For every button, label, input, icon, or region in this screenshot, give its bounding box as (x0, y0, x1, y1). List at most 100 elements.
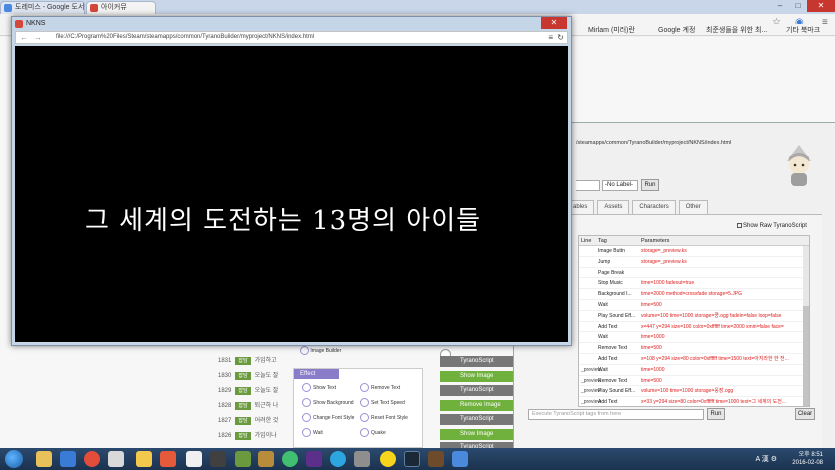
image-builder-item[interactable]: Image Builder (300, 346, 341, 355)
close-icon[interactable]: ✕ (541, 17, 567, 29)
photo-icon[interactable] (258, 451, 274, 467)
start-button-icon[interactable] (5, 450, 23, 468)
label-select[interactable]: -No Label- (602, 180, 638, 191)
maximize-icon[interactable]: □ (789, 0, 807, 12)
list-item[interactable]: 1831 잡담 가입하고 (218, 354, 277, 368)
show-raw-checkbox[interactable]: Show Raw TyranoScript (737, 223, 807, 229)
ime-indicator[interactable]: A 漢 ⚙ (756, 454, 777, 464)
execute-run-button[interactable]: Run (707, 408, 725, 420)
table-row[interactable]: Image Buttn storage=_preview.ks (579, 246, 809, 257)
palette-item-quake[interactable]: Quake (360, 428, 386, 437)
table-row[interactable]: Add Text x=447 y=294 size=100 color=0xfff… (579, 322, 809, 333)
palette-item-show-background[interactable]: Show Background (302, 398, 354, 407)
table-scrollbar[interactable] (803, 246, 809, 406)
table-row[interactable]: _preview Wait time=1000 (579, 365, 809, 376)
table-row[interactable]: Add Text x=108 y=294 size=80 color=0xffff… (579, 354, 809, 365)
row-title: 퇴근하 나 (254, 403, 279, 409)
file-select[interactable] (576, 180, 600, 191)
bookmark-item[interactable]: 최준생들을 위한 최... (706, 25, 767, 35)
folder-icon[interactable] (136, 451, 152, 467)
table-row[interactable]: _preview Add Text x=33 y=294 size=80 color… (579, 397, 809, 406)
row-number: 1829 (218, 388, 232, 394)
line-messenger-icon[interactable] (282, 451, 298, 467)
category-badge: 잡담 (235, 402, 251, 410)
table-header: Line Tag Parameters (579, 236, 809, 246)
column-tag: Tag (598, 238, 607, 244)
list-item[interactable]: 1827 잡담 어려한 것 (218, 414, 278, 428)
clear-button[interactable]: Clear (795, 408, 815, 420)
app-icon[interactable] (306, 451, 322, 467)
table-row[interactable]: Play Sound Eff... volume=100 time=1000 st… (579, 311, 809, 322)
list-item[interactable]: 1826 잡담 가입이나 (218, 429, 277, 443)
back-icon[interactable]: ← (20, 32, 28, 43)
system-clock[interactable]: 오후 8:51 2016-02-08 (792, 451, 823, 467)
table-row[interactable]: Wait time=500 (579, 300, 809, 311)
category-badge: 잡담 (235, 357, 251, 365)
browser-tab-2[interactable]: 아이커뮤 (86, 1, 156, 14)
table-row[interactable]: Remove Text time=500 (579, 343, 809, 354)
flow-block-tyranoscript[interactable]: TyranoScript (440, 414, 514, 425)
palette-item-remove-text[interactable]: Remove Text (360, 383, 400, 392)
minimize-icon[interactable]: – (771, 0, 789, 12)
table-row[interactable]: Page Break (579, 268, 809, 279)
image-builder-label: Image Builder (310, 347, 342, 354)
list-item[interactable]: 1829 잡담 오늘도 잘 (218, 384, 278, 398)
game-screen[interactable]: 그 세계의 도전하는 13명의 아이들 (15, 46, 568, 342)
internet-explorer-icon[interactable] (60, 451, 76, 467)
reload-icon[interactable]: ↻ (557, 32, 564, 43)
kakaotalk-icon[interactable] (380, 451, 396, 467)
flow-block-remove-image[interactable]: Remove Image (440, 400, 514, 411)
palette-item-text-speed[interactable]: Set Text Speed (360, 398, 405, 407)
tab-other[interactable]: Other (678, 200, 708, 214)
flow-block-show-image[interactable]: Show Image (440, 429, 514, 440)
bookmark-item[interactable]: Mirlam (미러)란 (588, 25, 635, 35)
tyranobuilder-icon[interactable] (235, 451, 251, 467)
table-row[interactable]: Stop Music time=1000 fadeout=true (579, 278, 809, 290)
tab-assets[interactable]: Assets (597, 200, 630, 214)
clock-date: 2016-02-08 (792, 460, 823, 466)
palette-item-show-text[interactable]: Show Text (302, 383, 336, 392)
row-tag: Jump (598, 258, 611, 265)
close-icon[interactable]: ✕ (807, 0, 835, 12)
skype-icon[interactable] (330, 451, 346, 467)
browser-tab-1[interactable]: 도레미스 - Google 도서 (0, 1, 85, 14)
file-explorer-icon[interactable] (36, 451, 52, 467)
palette-item-reset-font[interactable]: Reset Font Style (360, 413, 408, 422)
chrome-icon[interactable] (84, 451, 100, 467)
forward-icon[interactable]: → (34, 32, 42, 43)
site-icon (90, 4, 98, 12)
game-address-bar[interactable]: ← → file:///C:/Program%20Files/Steam/ste… (15, 31, 568, 44)
flow-block-tyranoscript[interactable]: TyranoScript (440, 385, 514, 396)
list-item[interactable]: 1828 잡담 퇴근하 나 (218, 399, 278, 413)
row-tag: Stop Music (598, 280, 623, 287)
table-row[interactable]: Wait time=1000 (579, 332, 809, 344)
app-window-icon[interactable] (108, 451, 124, 467)
column-line: Line (581, 238, 592, 244)
document-icon[interactable] (186, 451, 202, 467)
bookmark-item[interactable]: Google 계정 (658, 25, 695, 35)
run-button[interactable]: Run (641, 179, 659, 191)
steam-icon[interactable] (404, 451, 420, 467)
table-row[interactable]: Jump storage=_preview.ks (579, 257, 809, 268)
palette-item-font-style[interactable]: Change Font Style (302, 413, 354, 422)
bookmark-item[interactable]: 기타 북마크 (786, 25, 820, 35)
app-icon[interactable] (452, 451, 468, 467)
table-row[interactable]: _preview Remove Text time=500 (579, 376, 809, 387)
table-row[interactable]: Background I... time=2000 method=crossfad… (579, 289, 809, 300)
app-icon[interactable] (428, 451, 444, 467)
checkbox-icon[interactable] (737, 223, 742, 228)
menu-icon[interactable]: ≡ (548, 32, 553, 43)
background-icon (302, 398, 311, 407)
execute-input[interactable]: Execute TyranoScript tags from here (528, 409, 704, 420)
list-item[interactable]: 1830 잡담 오늘도 잘 (218, 369, 278, 383)
settings-icon[interactable] (354, 451, 370, 467)
palette-item-wait[interactable]: Wait (302, 428, 323, 437)
table-row[interactable]: _preview Play Sound Eff... volume=100 time… (579, 386, 809, 398)
flow-block-tyranoscript[interactable]: TyranoScript (440, 356, 514, 367)
app-icon[interactable] (210, 451, 226, 467)
flow-block-show-image[interactable]: Show Image (440, 371, 514, 382)
media-icon[interactable] (160, 451, 176, 467)
tab-characters[interactable]: Characters (632, 200, 676, 214)
scrollbar-thumb[interactable] (803, 306, 809, 406)
palette-header[interactable]: Effect (294, 369, 339, 379)
